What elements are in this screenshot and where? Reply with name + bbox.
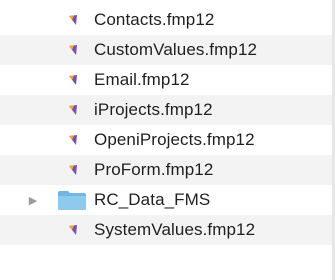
list-item-contacts[interactable]: Contacts.fmp12 — [0, 5, 335, 35]
filemaker-file-icon — [69, 165, 77, 175]
file-name: Contacts.fmp12 — [94, 10, 215, 29]
filemaker-file-icon — [69, 105, 77, 115]
filemaker-file-icon — [69, 75, 77, 85]
filemaker-file-icon — [69, 45, 77, 55]
filemaker-file-icon — [69, 15, 77, 25]
list-item-customvalues[interactable]: CustomValues.fmp12 — [0, 35, 335, 65]
list-item-systemvalues[interactable]: SystemValues.fmp12 — [0, 215, 335, 245]
list-item-empty — [0, 245, 335, 275]
list-item-email[interactable]: Email.fmp12 — [0, 65, 335, 95]
list-item-iprojects[interactable]: iProjects.fmp12 — [0, 95, 335, 125]
file-name: CustomValues.fmp12 — [94, 40, 258, 59]
list-item-proform[interactable]: ProForm.fmp12 — [0, 155, 335, 185]
folder-name: RC_Data_FMS — [94, 190, 211, 209]
file-name: OpeniProjects.fmp12 — [94, 130, 255, 149]
list-item-openiprojects[interactable]: OpeniProjects.fmp12 — [0, 125, 335, 155]
file-name: ProForm.fmp12 — [94, 160, 214, 179]
file-name: iProjects.fmp12 — [94, 100, 213, 119]
filemaker-file-icon — [69, 135, 77, 145]
finder-file-list: Contacts.fmp12 CustomValues.fmp12 Email.… — [0, 0, 335, 280]
file-name: SystemValues.fmp12 — [94, 220, 256, 239]
list-item-rc-data-fms[interactable]: ▶ RC_Data_FMS — [0, 185, 335, 215]
filemaker-file-icon — [69, 225, 77, 235]
folder-icon — [58, 191, 86, 210]
file-name: Email.fmp12 — [94, 70, 190, 89]
disclosure-triangle-icon[interactable]: ▶ — [27, 185, 39, 215]
